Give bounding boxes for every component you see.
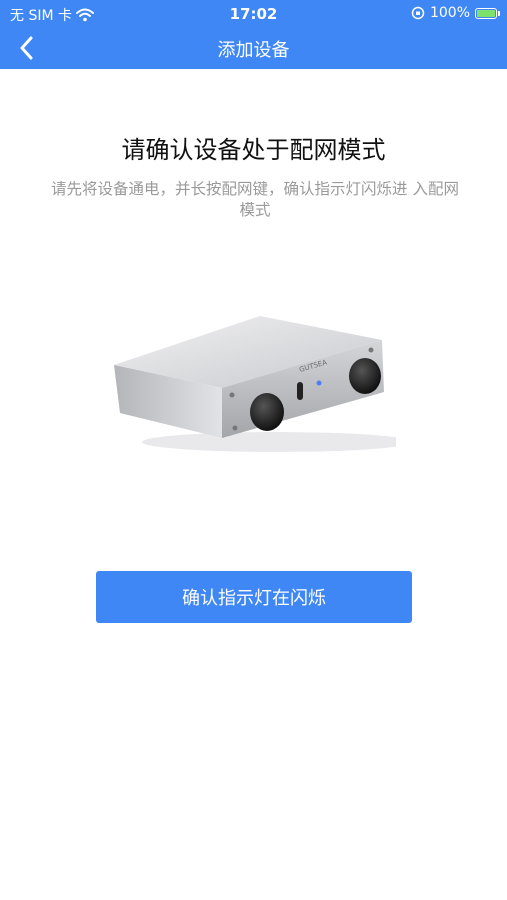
nav-bar: 添加设备 [0, 28, 507, 69]
device-image: GUTSEA [114, 316, 396, 452]
battery-percent: 100% [429, 5, 470, 21]
orientation-lock-icon [411, 6, 425, 20]
instruction-heading: 请确认设备处于配网模式 [121, 136, 386, 164]
status-right: 100% [411, 5, 500, 21]
top-bar: 无 SIM 卡 17:02 100% 添加设备 [0, 0, 507, 69]
page-title: 添加设备 [217, 40, 290, 61]
status-bar: 无 SIM 卡 17:02 100% [0, 0, 507, 28]
confirm-blinking-button[interactable]: 确认指示灯在闪烁 [96, 571, 412, 623]
battery-icon [475, 7, 500, 19]
instruction-description: 请先将设备通电，并长按配网键，确认指示灯闪烁进 入配网模式 [51, 180, 459, 219]
